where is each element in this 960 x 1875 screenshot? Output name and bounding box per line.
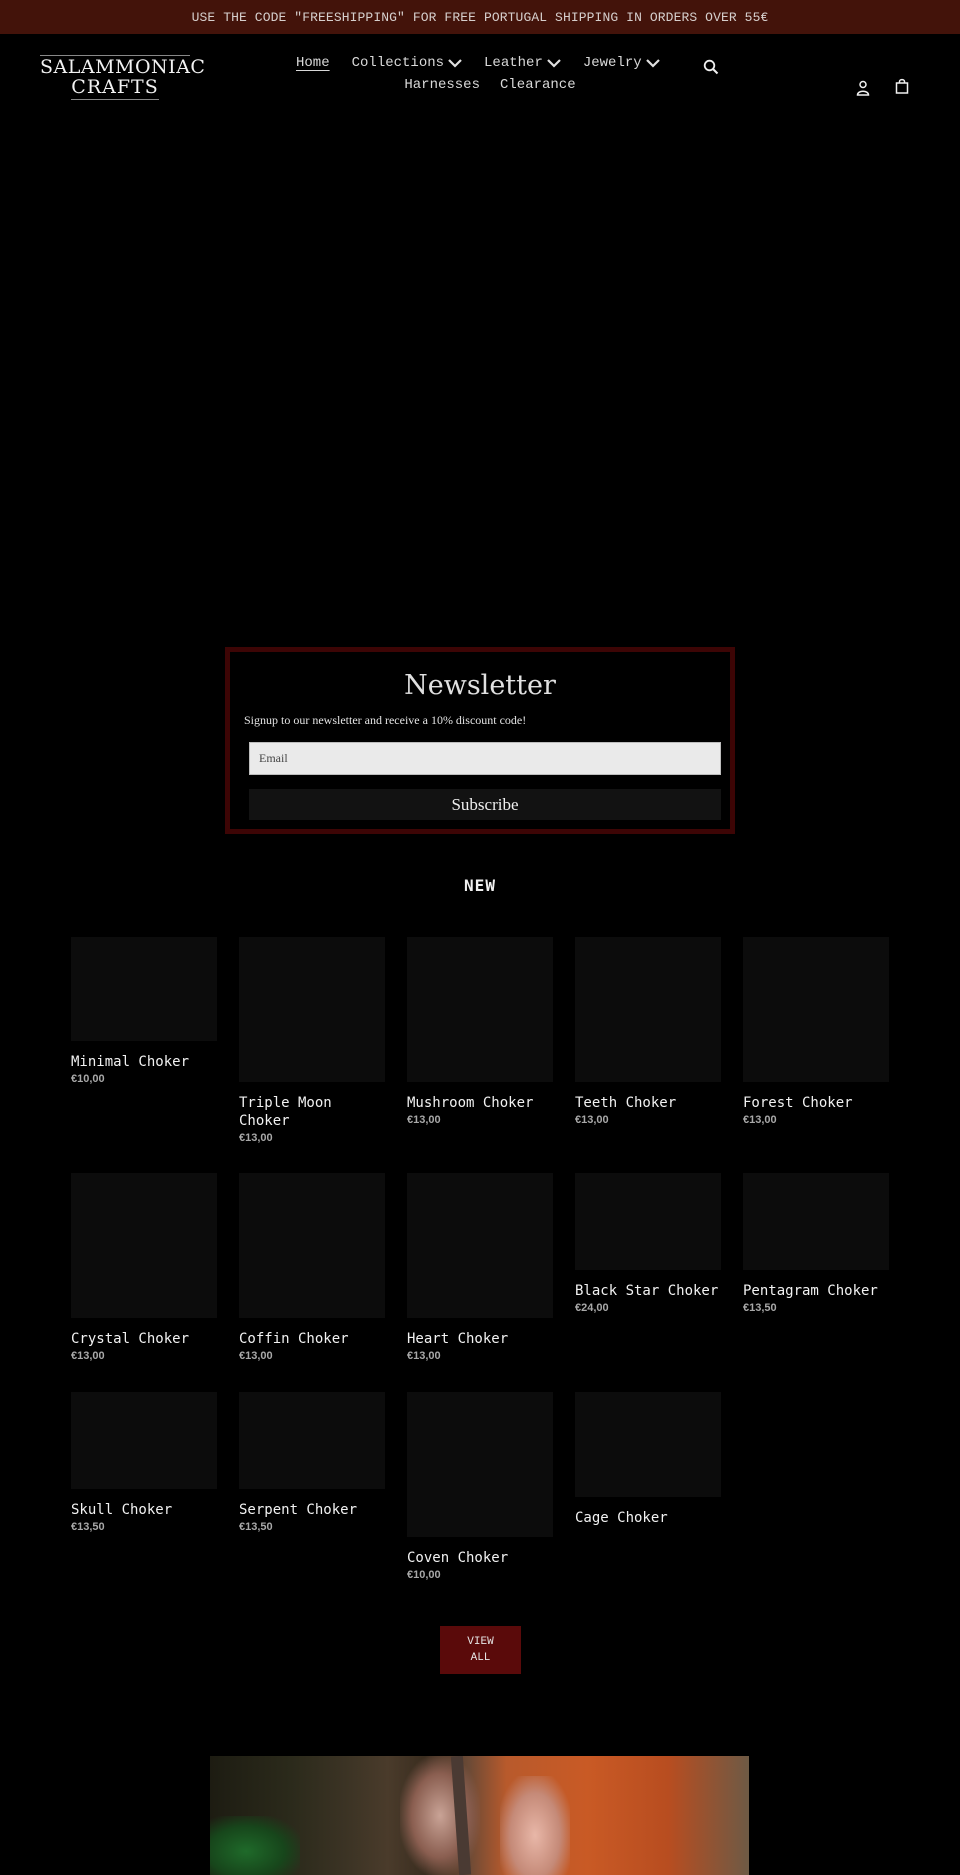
nav-item-harnesses[interactable]: Harnesses [404,77,480,93]
nav-label: Harnesses [404,77,480,93]
product-image[interactable] [575,1173,721,1270]
product-card[interactable]: Cage Choker [575,1392,721,1527]
product-name[interactable]: Coffin Choker [239,1330,385,1348]
nav-item-jewelry[interactable]: Jewelry [583,55,660,71]
product-image[interactable] [239,1392,385,1489]
product-image[interactable] [407,1173,553,1318]
newsletter-subtitle: Signup to our newsletter and receive a 1… [244,713,527,727]
email-input[interactable] [249,742,721,775]
product-price: €13,50 [743,1302,777,1314]
product-price: €10,00 [71,1073,105,1085]
product-image[interactable] [239,1173,385,1318]
product-name[interactable]: Black Star Choker [575,1282,721,1300]
product-name[interactable]: Serpent Choker [239,1501,385,1519]
product-price: €13,00 [71,1350,105,1362]
product-card[interactable]: Minimal Choker €10,00 [71,937,217,1085]
chevron-down-icon [645,59,660,68]
nav-label: Home [296,55,330,71]
chevron-down-icon [547,59,561,68]
newsletter-title: Newsletter [404,670,556,701]
product-card[interactable]: Skull Choker €13,50 [71,1392,217,1533]
collection-title: NEW [464,876,496,895]
nav-item-leather[interactable]: Leather [484,55,561,71]
logo-line-2: CRAFTS [71,76,159,100]
product-name[interactable]: Skull Choker [71,1501,217,1519]
product-image[interactable] [71,937,217,1041]
nav-label: Collections [351,55,445,71]
product-name[interactable]: Forest Choker [743,1094,889,1112]
product-card[interactable]: Serpent Choker €13,50 [239,1392,385,1533]
product-card[interactable]: Coven Choker €10,00 [407,1392,553,1581]
product-card[interactable]: Mushroom Choker €13,00 [407,937,553,1126]
product-price: €13,50 [239,1521,273,1533]
nav-label: Leather [484,55,543,71]
product-card[interactable]: Pentagram Choker €13,50 [743,1173,889,1314]
nav-item-home[interactable]: Home [296,55,330,71]
featured-image [210,1756,749,1875]
product-image[interactable] [743,1173,889,1270]
product-image[interactable] [743,937,889,1082]
product-image[interactable] [575,1392,721,1497]
product-card[interactable]: Heart Choker €13,00 [407,1173,553,1362]
product-image[interactable] [71,1392,217,1489]
subscribe-button[interactable]: Subscribe [249,789,721,820]
nav-row-2: Harnesses Clearance [390,74,590,96]
product-price: €13,00 [407,1350,441,1362]
nav-row-1: Home Collections Leather Jewelry [285,52,665,74]
product-name[interactable]: Teeth Choker [575,1094,721,1112]
product-card[interactable]: Teeth Choker €13,00 [575,937,721,1126]
product-price: €13,00 [743,1114,777,1126]
product-price: €24,00 [575,1302,609,1314]
product-price: €13,00 [575,1114,609,1126]
account-button[interactable] [853,78,873,98]
product-image[interactable] [575,937,721,1082]
cart-button[interactable] [892,76,912,96]
site-logo[interactable]: SALAMMONIAC CRAFTS [40,55,206,100]
product-image[interactable] [239,937,385,1082]
product-card[interactable]: Coffin Choker €13,00 [239,1173,385,1362]
product-price: €13,00 [239,1350,273,1362]
product-card[interactable]: Triple Moon Choker €13,00 [239,937,385,1144]
logo-line-1: SALAMMONIAC [40,55,206,78]
announcement-text: USE THE CODE "FREESHIPPING" FOR FREE POR… [191,9,769,25]
newsletter-section: Newsletter Signup to our newsletter and … [225,647,735,834]
product-name[interactable]: Pentagram Choker [743,1282,889,1300]
product-price: €10,00 [407,1569,441,1581]
chevron-down-icon [448,59,462,68]
product-name[interactable]: Coven Choker [407,1549,553,1567]
view-all-button[interactable]: VIEW ALL [440,1626,521,1674]
product-name[interactable]: Triple Moon Choker [239,1094,385,1130]
product-price: €13,00 [239,1132,273,1144]
product-name[interactable]: Mushroom Choker [407,1094,553,1112]
product-price: €13,00 [407,1114,441,1126]
nav-item-clearance[interactable]: Clearance [500,77,576,93]
product-price: €13,50 [71,1521,105,1533]
cart-icon [895,78,909,94]
search-button[interactable] [701,57,721,77]
product-card[interactable]: Forest Choker €13,00 [743,937,889,1126]
announcement-bar: USE THE CODE "FREESHIPPING" FOR FREE POR… [0,0,960,34]
product-card[interactable]: Black Star Choker €24,00 [575,1173,721,1314]
product-image[interactable] [71,1173,217,1318]
nav-label: Jewelry [582,55,642,71]
nav-label: Clearance [500,77,576,93]
account-icon [856,80,870,96]
product-name[interactable]: Cage Choker [575,1509,721,1527]
nav-item-collections[interactable]: Collections [352,55,462,71]
product-card[interactable]: Crystal Choker €13,00 [71,1173,217,1362]
product-name[interactable]: Minimal Choker [71,1053,217,1071]
product-image[interactable] [407,937,553,1082]
product-name[interactable]: Crystal Choker [71,1330,217,1348]
product-name[interactable]: Heart Choker [407,1330,553,1348]
search-icon [703,59,719,75]
product-image[interactable] [407,1392,553,1537]
